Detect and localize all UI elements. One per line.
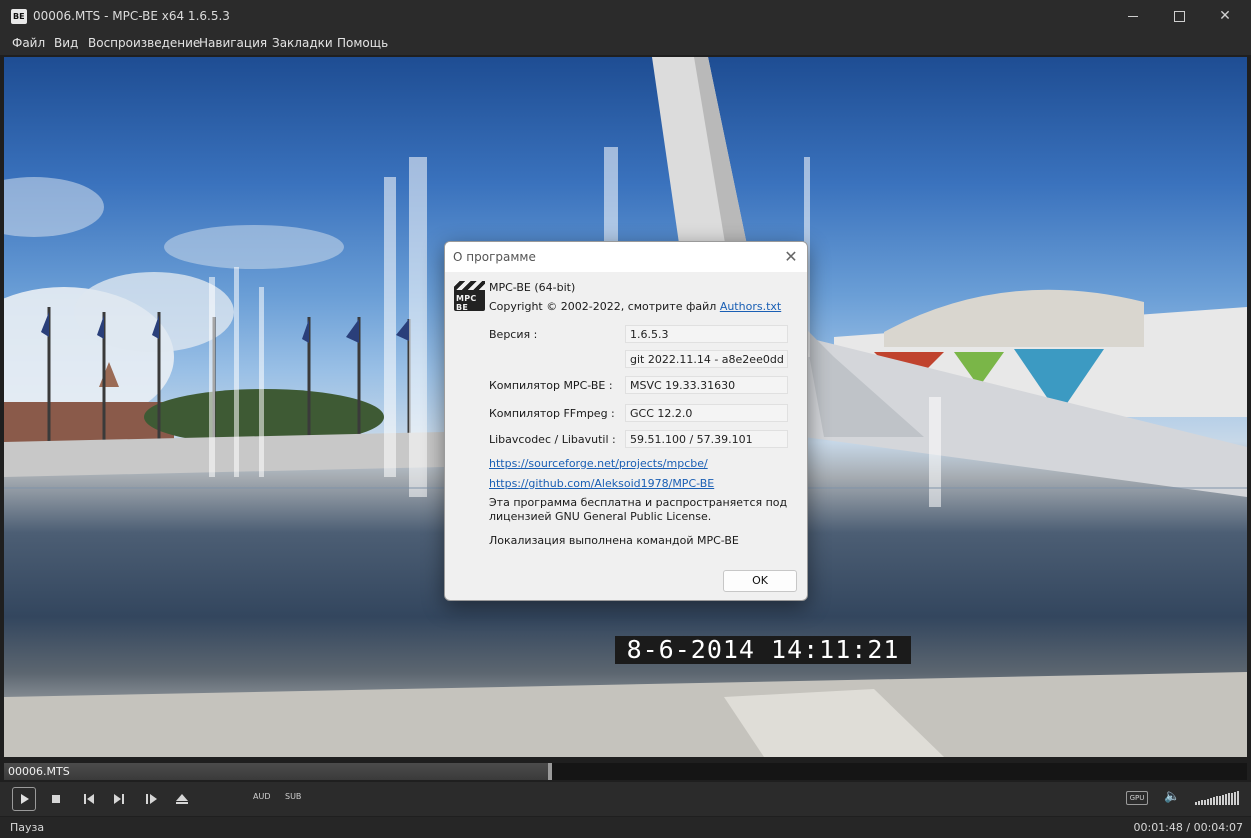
volume-bar <box>1201 800 1203 805</box>
github-link[interactable]: https://github.com/Aleksoid1978/MPC-BE <box>489 477 714 490</box>
volume-bar <box>1234 792 1236 805</box>
volume-bar <box>1213 797 1215 805</box>
playback-time: 00:01:48 / 00:04:07 <box>1133 821 1243 834</box>
menu-help[interactable]: Помощь <box>337 36 388 50</box>
ffmpeg-compiler-label: Компилятор FFmpeg : <box>489 407 615 420</box>
skip-back-icon <box>84 794 94 804</box>
ffmpeg-compiler-field[interactable]: GCC 12.2.0 <box>625 404 788 422</box>
localization-text: Локализация выполнена командой MPC-BE <box>489 534 739 547</box>
about-dialog: О программе ✕ MPC BE MPC-BE (64-bit) Cop… <box>444 241 808 601</box>
menu-bar: Файл Вид Воспроизведение Навигация Закла… <box>0 33 1251 55</box>
mpcbe-compiler-field[interactable]: MSVC 19.33.31630 <box>625 376 788 394</box>
frame-step-button[interactable] <box>140 789 162 809</box>
play-icon <box>21 794 29 804</box>
mpcbe-compiler-label: Компилятор MPC-BE : <box>489 379 613 392</box>
seek-bar[interactable]: 00006.MTS <box>4 763 1247 780</box>
git-revision-field[interactable]: git 2022.11.14 - a8e2ee0dd <box>625 350 788 368</box>
logo-label: MPC BE <box>456 294 477 312</box>
playback-state: Пауза <box>10 821 45 834</box>
ok-button[interactable]: OK <box>723 570 797 592</box>
libav-label: Libavcodec / Libavutil : <box>489 433 616 446</box>
version-label: Версия : <box>489 328 538 341</box>
volume-bar <box>1210 798 1212 805</box>
volume-bar <box>1216 796 1218 805</box>
eject-icon <box>176 794 188 804</box>
skip-forward-icon <box>114 794 124 804</box>
stop-button[interactable] <box>45 789 67 809</box>
playback-controls: AUD SUB GPU 🔈 <box>0 782 1251 816</box>
previous-button[interactable] <box>78 789 100 809</box>
gpu-indicator[interactable]: GPU <box>1126 791 1148 805</box>
play-button[interactable] <box>12 787 36 811</box>
audio-track-button[interactable]: AUD <box>253 792 271 801</box>
frame-step-icon <box>146 794 157 804</box>
libav-field[interactable]: 59.51.100 / 57.39.101 <box>625 430 788 448</box>
version-field[interactable]: 1.6.5.3 <box>625 325 788 343</box>
volume-slider[interactable] <box>1195 791 1239 805</box>
maximize-button[interactable] <box>1156 0 1202 33</box>
minimize-button[interactable] <box>1110 0 1156 33</box>
license-line-1: Эта программа бесплатна и распространяет… <box>489 496 788 509</box>
volume-bar <box>1228 793 1230 805</box>
title-bar: BE 00006.MTS - MPC-BE x64 1.6.5.3 ✕ <box>0 0 1251 33</box>
volume-bar <box>1231 793 1233 805</box>
menu-view[interactable]: Вид <box>54 36 78 50</box>
volume-bar <box>1207 799 1209 805</box>
menu-bookmarks[interactable]: Закладки <box>272 36 333 50</box>
app-icon[interactable]: BE <box>11 9 27 24</box>
mpcbe-logo-icon: MPC BE <box>454 281 485 312</box>
copyright-line: Copyright © 2002-2022, смотрите файл Aut… <box>489 300 781 313</box>
subtitle-track-button[interactable]: SUB <box>285 792 301 801</box>
license-line-2: лицензией GNU General Public License. <box>489 510 712 523</box>
dialog-title: О программе <box>453 250 536 264</box>
volume-bar <box>1222 795 1224 805</box>
menu-playback[interactable]: Воспроизведение <box>88 36 200 50</box>
video-timestamp-overlay: 8-6-2014 14:11:21 <box>615 636 911 664</box>
eject-button[interactable] <box>171 789 193 809</box>
volume-bar <box>1195 802 1197 805</box>
seek-thumb[interactable] <box>548 763 552 780</box>
authors-link[interactable]: Authors.txt <box>720 300 781 313</box>
menu-file[interactable]: Файл <box>12 36 45 50</box>
volume-bar <box>1204 800 1206 805</box>
next-button[interactable] <box>108 789 130 809</box>
window-title: 00006.MTS - MPC-BE x64 1.6.5.3 <box>33 9 230 23</box>
menu-navigate[interactable]: Навигация <box>199 36 267 50</box>
volume-bar <box>1219 796 1221 805</box>
seek-progress-fill <box>4 763 550 780</box>
status-bar: Пауза 00:01:48 / 00:04:07 <box>0 817 1251 838</box>
product-name: MPC-BE (64-bit) <box>489 281 576 294</box>
sourceforge-link[interactable]: https://sourceforge.net/projects/mpcbe/ <box>489 457 708 470</box>
dialog-close-icon[interactable]: ✕ <box>779 245 803 269</box>
close-window-button[interactable]: ✕ <box>1202 0 1248 33</box>
copyright-text: Copyright © 2002-2022, смотрите файл <box>489 300 720 313</box>
volume-icon[interactable]: 🔈 <box>1164 789 1180 804</box>
dialog-title-bar: О программе ✕ <box>445 242 807 272</box>
stop-icon <box>52 795 60 803</box>
volume-bar <box>1198 801 1200 805</box>
volume-bar <box>1237 791 1239 805</box>
clapperboard-stripes <box>454 281 485 290</box>
seek-file-label: 00006.MTS <box>8 765 70 778</box>
volume-bar <box>1225 794 1227 805</box>
app-icon-label: BE <box>13 12 25 21</box>
